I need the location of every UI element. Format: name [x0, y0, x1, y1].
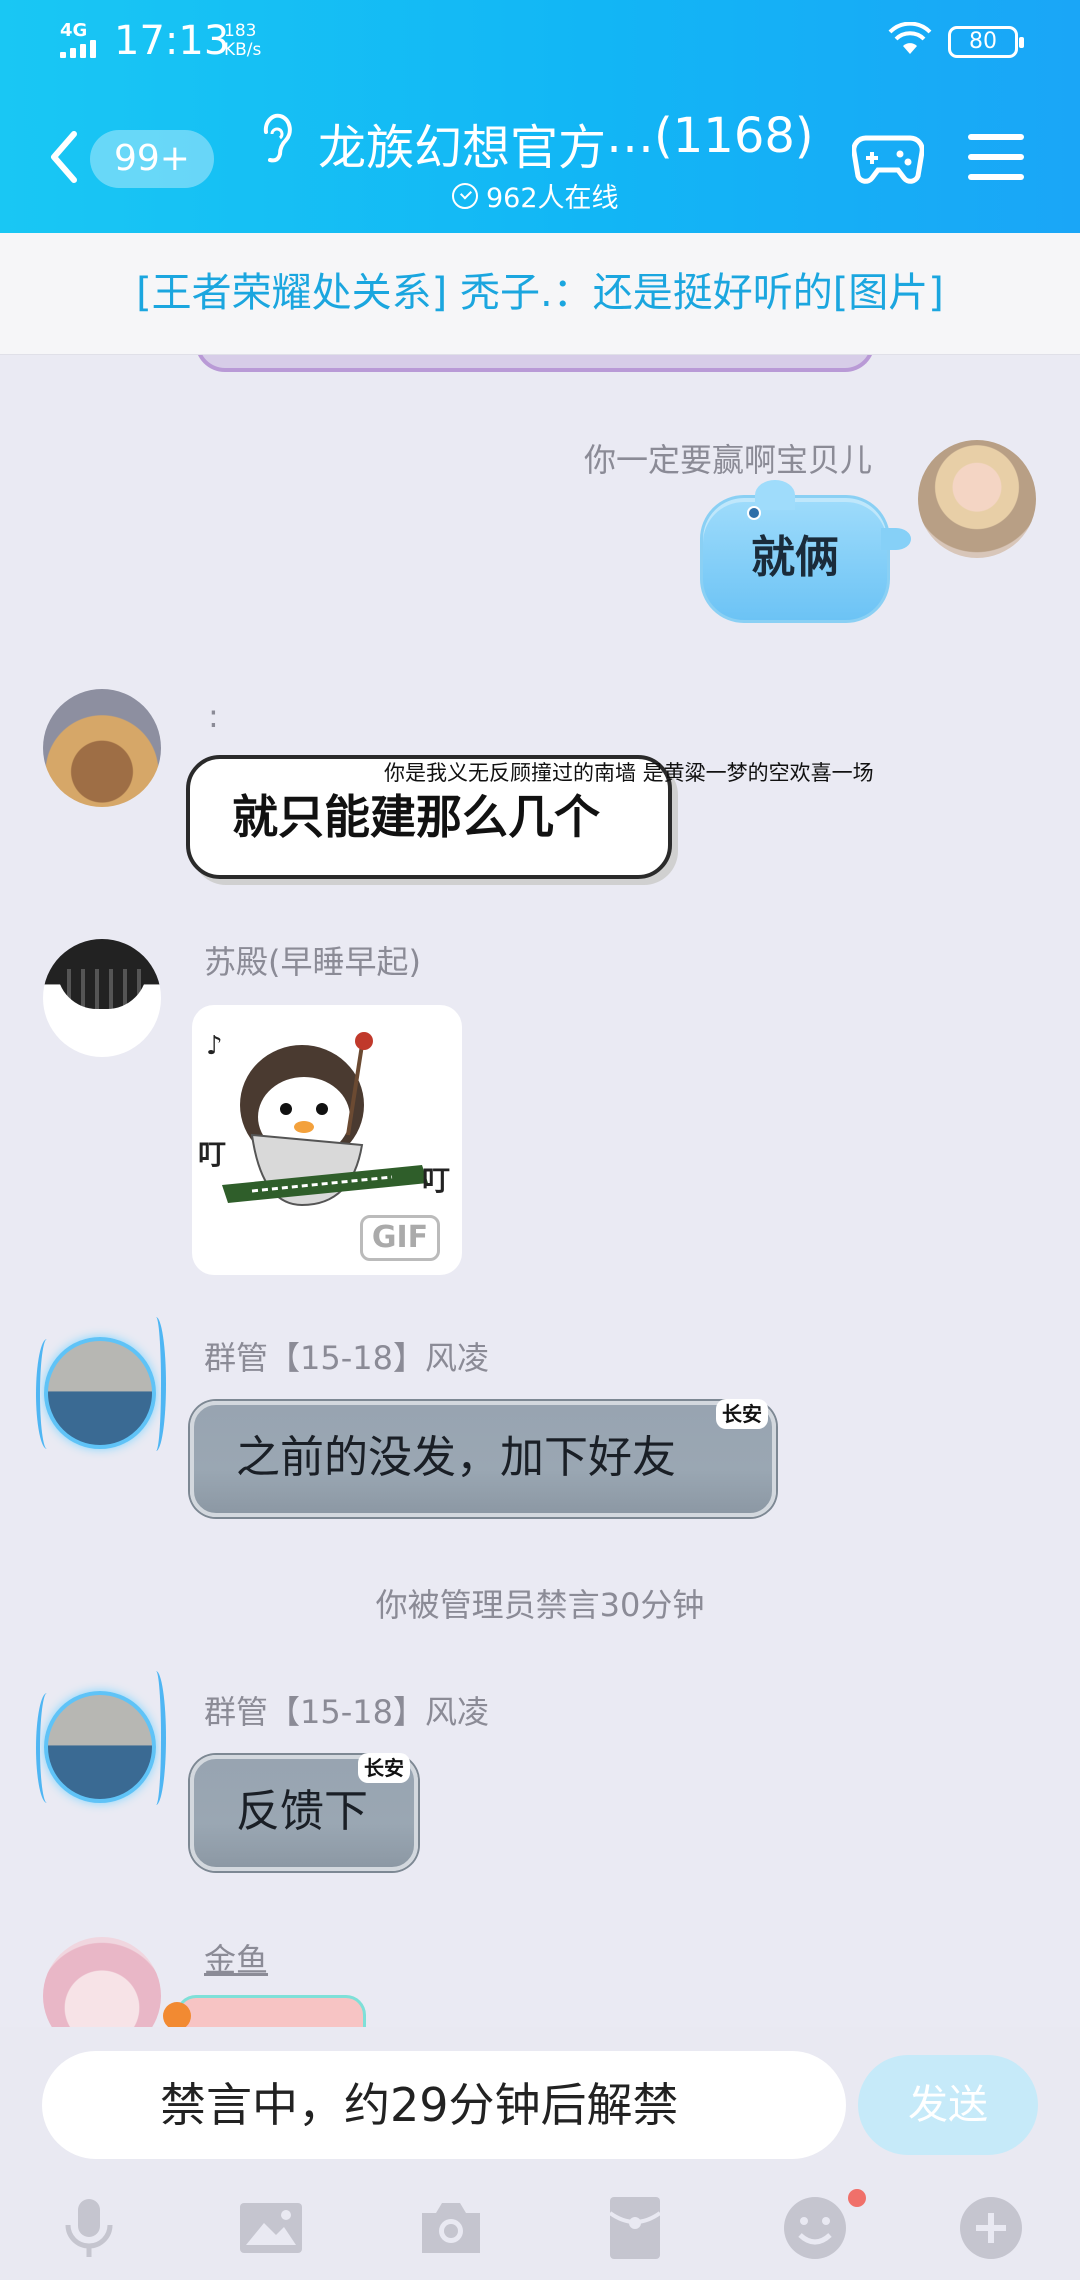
- muted-input-field: 禁言中，约29分钟后解禁: [42, 2051, 846, 2159]
- group-title[interactable]: 龙族幻想官方… (1168): [318, 108, 838, 178]
- sender-name: 金鱼: [204, 1941, 269, 1979]
- title-ellipsis: …: [606, 108, 655, 164]
- avatar[interactable]: [43, 689, 161, 807]
- bubble-tag: 长安: [716, 1399, 768, 1429]
- gamepad-icon[interactable]: [851, 132, 925, 190]
- sticker-text: 叮: [422, 1164, 451, 1197]
- network-speed: 183 KB/s: [224, 21, 262, 60]
- avatar[interactable]: [36, 1671, 166, 1821]
- group-name: 龙族幻想官方: [318, 120, 607, 176]
- signal-icon: [60, 38, 104, 58]
- notification-dot: [848, 2189, 866, 2207]
- image-icon[interactable]: [236, 2193, 306, 2263]
- status-bar: 4G 17:13 183 KB/s 80: [0, 0, 1080, 80]
- battery-icon: 80: [948, 26, 1024, 58]
- camera-icon[interactable]: [416, 2193, 486, 2263]
- plus-icon[interactable]: [956, 2193, 1026, 2263]
- avatar[interactable]: [43, 939, 161, 1057]
- bubble-signature: 你是我义无反顾撞过的南墙 是黄粱一梦的空欢喜一场: [384, 761, 874, 785]
- chevron-left-icon: [51, 131, 77, 183]
- wifi-icon: [888, 21, 932, 60]
- header: 4G 17:13 183 KB/s 80 99+ 龙族幻想官方… (1168) 96…: [0, 0, 1080, 233]
- chat-list[interactable]: 你一定要赢啊宝贝儿 就俩 : 就只能建那么几个 你是我义无反顾撞过的南墙 是黄粱…: [0, 355, 1080, 2027]
- send-button[interactable]: 发送: [858, 2055, 1038, 2155]
- sender-name: 你一定要赢啊宝贝儿: [583, 441, 872, 479]
- avatar[interactable]: [36, 1317, 166, 1467]
- online-count: 962人在线: [452, 176, 619, 215]
- red-packet-icon[interactable]: [600, 2193, 670, 2263]
- sticker-text: 叮: [198, 1138, 227, 1171]
- message-bubble[interactable]: [163, 1995, 366, 2027]
- clock: 17:13: [114, 18, 230, 64]
- bubble-tag: 长安: [358, 1753, 410, 1783]
- toolbar: [0, 2179, 1080, 2279]
- message-bubble[interactable]: 之前的没发，加下好友: [190, 1401, 776, 1517]
- system-message: 你被管理员禁言30分钟: [375, 1586, 705, 1624]
- avatar[interactable]: [43, 1937, 161, 2027]
- microphone-icon[interactable]: [54, 2193, 124, 2263]
- sender-name: :: [208, 697, 219, 735]
- gif-badge: GIF: [360, 1215, 440, 1261]
- input-area: 禁言中，约29分钟后解禁 发送: [0, 2027, 1080, 2280]
- ear-icon[interactable]: [256, 112, 296, 168]
- avatar[interactable]: [918, 440, 1036, 558]
- back-button[interactable]: [44, 122, 84, 192]
- sender-name: 群管【15-18】风凌: [204, 1339, 489, 1377]
- sender-name: 苏殿(早睡早起): [204, 943, 421, 981]
- sender-name: 群管【15-18】风凌: [204, 1693, 489, 1731]
- unread-badge[interactable]: 99+: [90, 130, 214, 188]
- check-circle-icon: [452, 182, 478, 209]
- message-bubble[interactable]: 就俩: [700, 480, 911, 623]
- menu-icon[interactable]: [968, 134, 1024, 180]
- pinned-notice[interactable]: [王者荣耀处关系] 秃子.：还是挺好听的[图片]: [0, 233, 1080, 355]
- emoji-icon[interactable]: [780, 2193, 850, 2263]
- sticker-image[interactable]: ♪ 叮 叮 GIF: [192, 1005, 462, 1275]
- member-count: (1168): [654, 108, 814, 164]
